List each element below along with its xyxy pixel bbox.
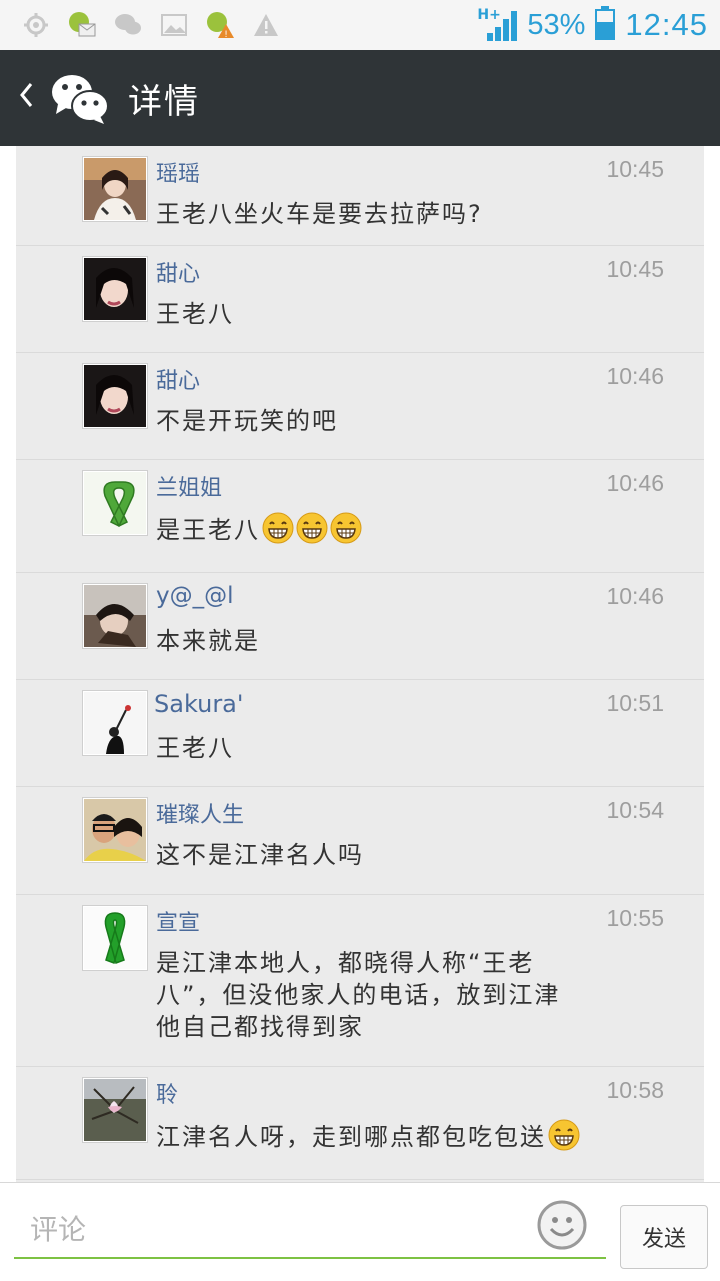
warning-app-icon: ! bbox=[204, 9, 236, 41]
comment-text: 这不是江津名人吗 bbox=[156, 841, 364, 869]
comment-text: 不是开玩笑的吧 bbox=[156, 407, 338, 435]
comment-input-bar: 发送 bbox=[0, 1182, 720, 1281]
comment-item[interactable]: Sakura' 10:51 王老八 bbox=[16, 680, 704, 787]
smiley-icon[interactable] bbox=[536, 1199, 588, 1251]
comment-item[interactable]: 甜心 10:45 王老八 bbox=[16, 246, 704, 353]
avatar[interactable] bbox=[82, 905, 148, 971]
comment-time: 10:54 bbox=[606, 797, 664, 823]
comment-item[interactable]: 聆 10:58 江津名人呀，走到哪点都包吃包送 bbox=[16, 1067, 704, 1180]
comment-time: 10:55 bbox=[606, 905, 664, 931]
avatar[interactable] bbox=[82, 797, 148, 863]
comment-text: 是王老八 bbox=[156, 512, 666, 546]
avatar[interactable] bbox=[82, 583, 148, 649]
avatar[interactable] bbox=[82, 470, 148, 536]
comment-time: 10:45 bbox=[606, 256, 664, 282]
title-bar: 详情 bbox=[0, 50, 720, 146]
avatar[interactable] bbox=[82, 1077, 148, 1143]
comment-item[interactable]: 璀璨人生 10:54 这不是江津名人吗 bbox=[16, 787, 704, 895]
wechat-notify-icon bbox=[112, 9, 144, 41]
system-status: H+ 53% 12:45 bbox=[477, 0, 708, 50]
commenter-name[interactable]: Sakura' bbox=[154, 690, 243, 718]
mail-app-icon bbox=[66, 9, 98, 41]
comment-input[interactable] bbox=[14, 1201, 606, 1259]
notification-icons: ! bbox=[0, 9, 282, 41]
comment-time: 10:46 bbox=[606, 470, 664, 496]
wechat-logo-icon bbox=[48, 66, 112, 130]
comment-item[interactable]: 宣宣 10:55 是江津本地人，都晓得人称“王老八”，但没他家人的电话，放到江津… bbox=[16, 895, 704, 1067]
comment-list[interactable]: 瑶瑶 10:45 王老八坐火车是要去拉萨吗? 甜心 10:45 王老八 甜心 1… bbox=[16, 146, 704, 1182]
battery-percent: 53% bbox=[527, 8, 586, 41]
svg-text:!: ! bbox=[224, 30, 228, 40]
page-title: 详情 bbox=[128, 81, 200, 122]
avatar[interactable] bbox=[82, 156, 148, 222]
comment-text: 王老八坐火车是要去拉萨吗? bbox=[156, 200, 483, 228]
signal-icon: H+ bbox=[477, 7, 518, 43]
commenter-name[interactable]: 甜心 bbox=[156, 363, 200, 395]
comment-time: 10:58 bbox=[606, 1077, 664, 1103]
comment-text-body: 是王老八 bbox=[156, 516, 260, 544]
comment-time: 10:46 bbox=[606, 583, 664, 609]
comment-item[interactable]: 瑶瑶 10:45 王老八坐火车是要去拉萨吗? bbox=[16, 146, 704, 246]
commenter-name[interactable]: 兰姐姐 bbox=[156, 470, 222, 502]
comment-text: 王老八 bbox=[156, 734, 234, 762]
avatar[interactable] bbox=[82, 256, 148, 322]
commenter-name[interactable]: y@_@l bbox=[156, 583, 234, 609]
avatar[interactable] bbox=[82, 690, 148, 756]
comment-text: 江津名人呀，走到哪点都包吃包送 bbox=[156, 1119, 666, 1153]
clock: 12:45 bbox=[625, 7, 708, 42]
chevron-left-icon[interactable] bbox=[18, 78, 40, 118]
comment-text-body: 江津名人呀，走到哪点都包吃包送 bbox=[156, 1123, 546, 1151]
commenter-name[interactable]: 甜心 bbox=[156, 256, 200, 288]
commenter-name[interactable]: 宣宣 bbox=[156, 905, 200, 937]
image-icon bbox=[158, 9, 190, 41]
alert-icon bbox=[250, 9, 282, 41]
commenter-name[interactable]: 瑶瑶 bbox=[156, 156, 200, 188]
comment-item[interactable]: 兰姐姐 10:46 是王老八 bbox=[16, 460, 704, 573]
comment-item[interactable]: y@_@l 10:46 本来就是 bbox=[16, 573, 704, 680]
comment-time: 10:45 bbox=[606, 156, 664, 182]
avatar[interactable] bbox=[82, 363, 148, 429]
commenter-name[interactable]: 聆 bbox=[156, 1077, 178, 1109]
battery-icon bbox=[595, 6, 616, 44]
send-button[interactable]: 发送 bbox=[620, 1205, 708, 1269]
comment-time: 10:51 bbox=[606, 690, 664, 716]
comment-time: 10:46 bbox=[606, 363, 664, 389]
grin-emoji-icon bbox=[296, 512, 328, 544]
comment-text: 本来就是 bbox=[156, 627, 260, 655]
grin-emoji-icon bbox=[548, 1119, 580, 1151]
comment-text: 王老八 bbox=[156, 300, 234, 328]
location-icon bbox=[20, 9, 52, 41]
commenter-name[interactable]: 璀璨人生 bbox=[156, 797, 244, 829]
comment-text: 是江津本地人，都晓得人称“王老八”，但没他家人的电话，放到江津他自己都找得到家 bbox=[156, 949, 561, 1041]
status-bar: ! H+ 53% 12:45 bbox=[0, 0, 720, 50]
comment-item[interactable]: 甜心 10:46 不是开玩笑的吧 bbox=[16, 353, 704, 460]
grin-emoji-icon bbox=[262, 512, 294, 544]
grin-emoji-icon bbox=[330, 512, 362, 544]
